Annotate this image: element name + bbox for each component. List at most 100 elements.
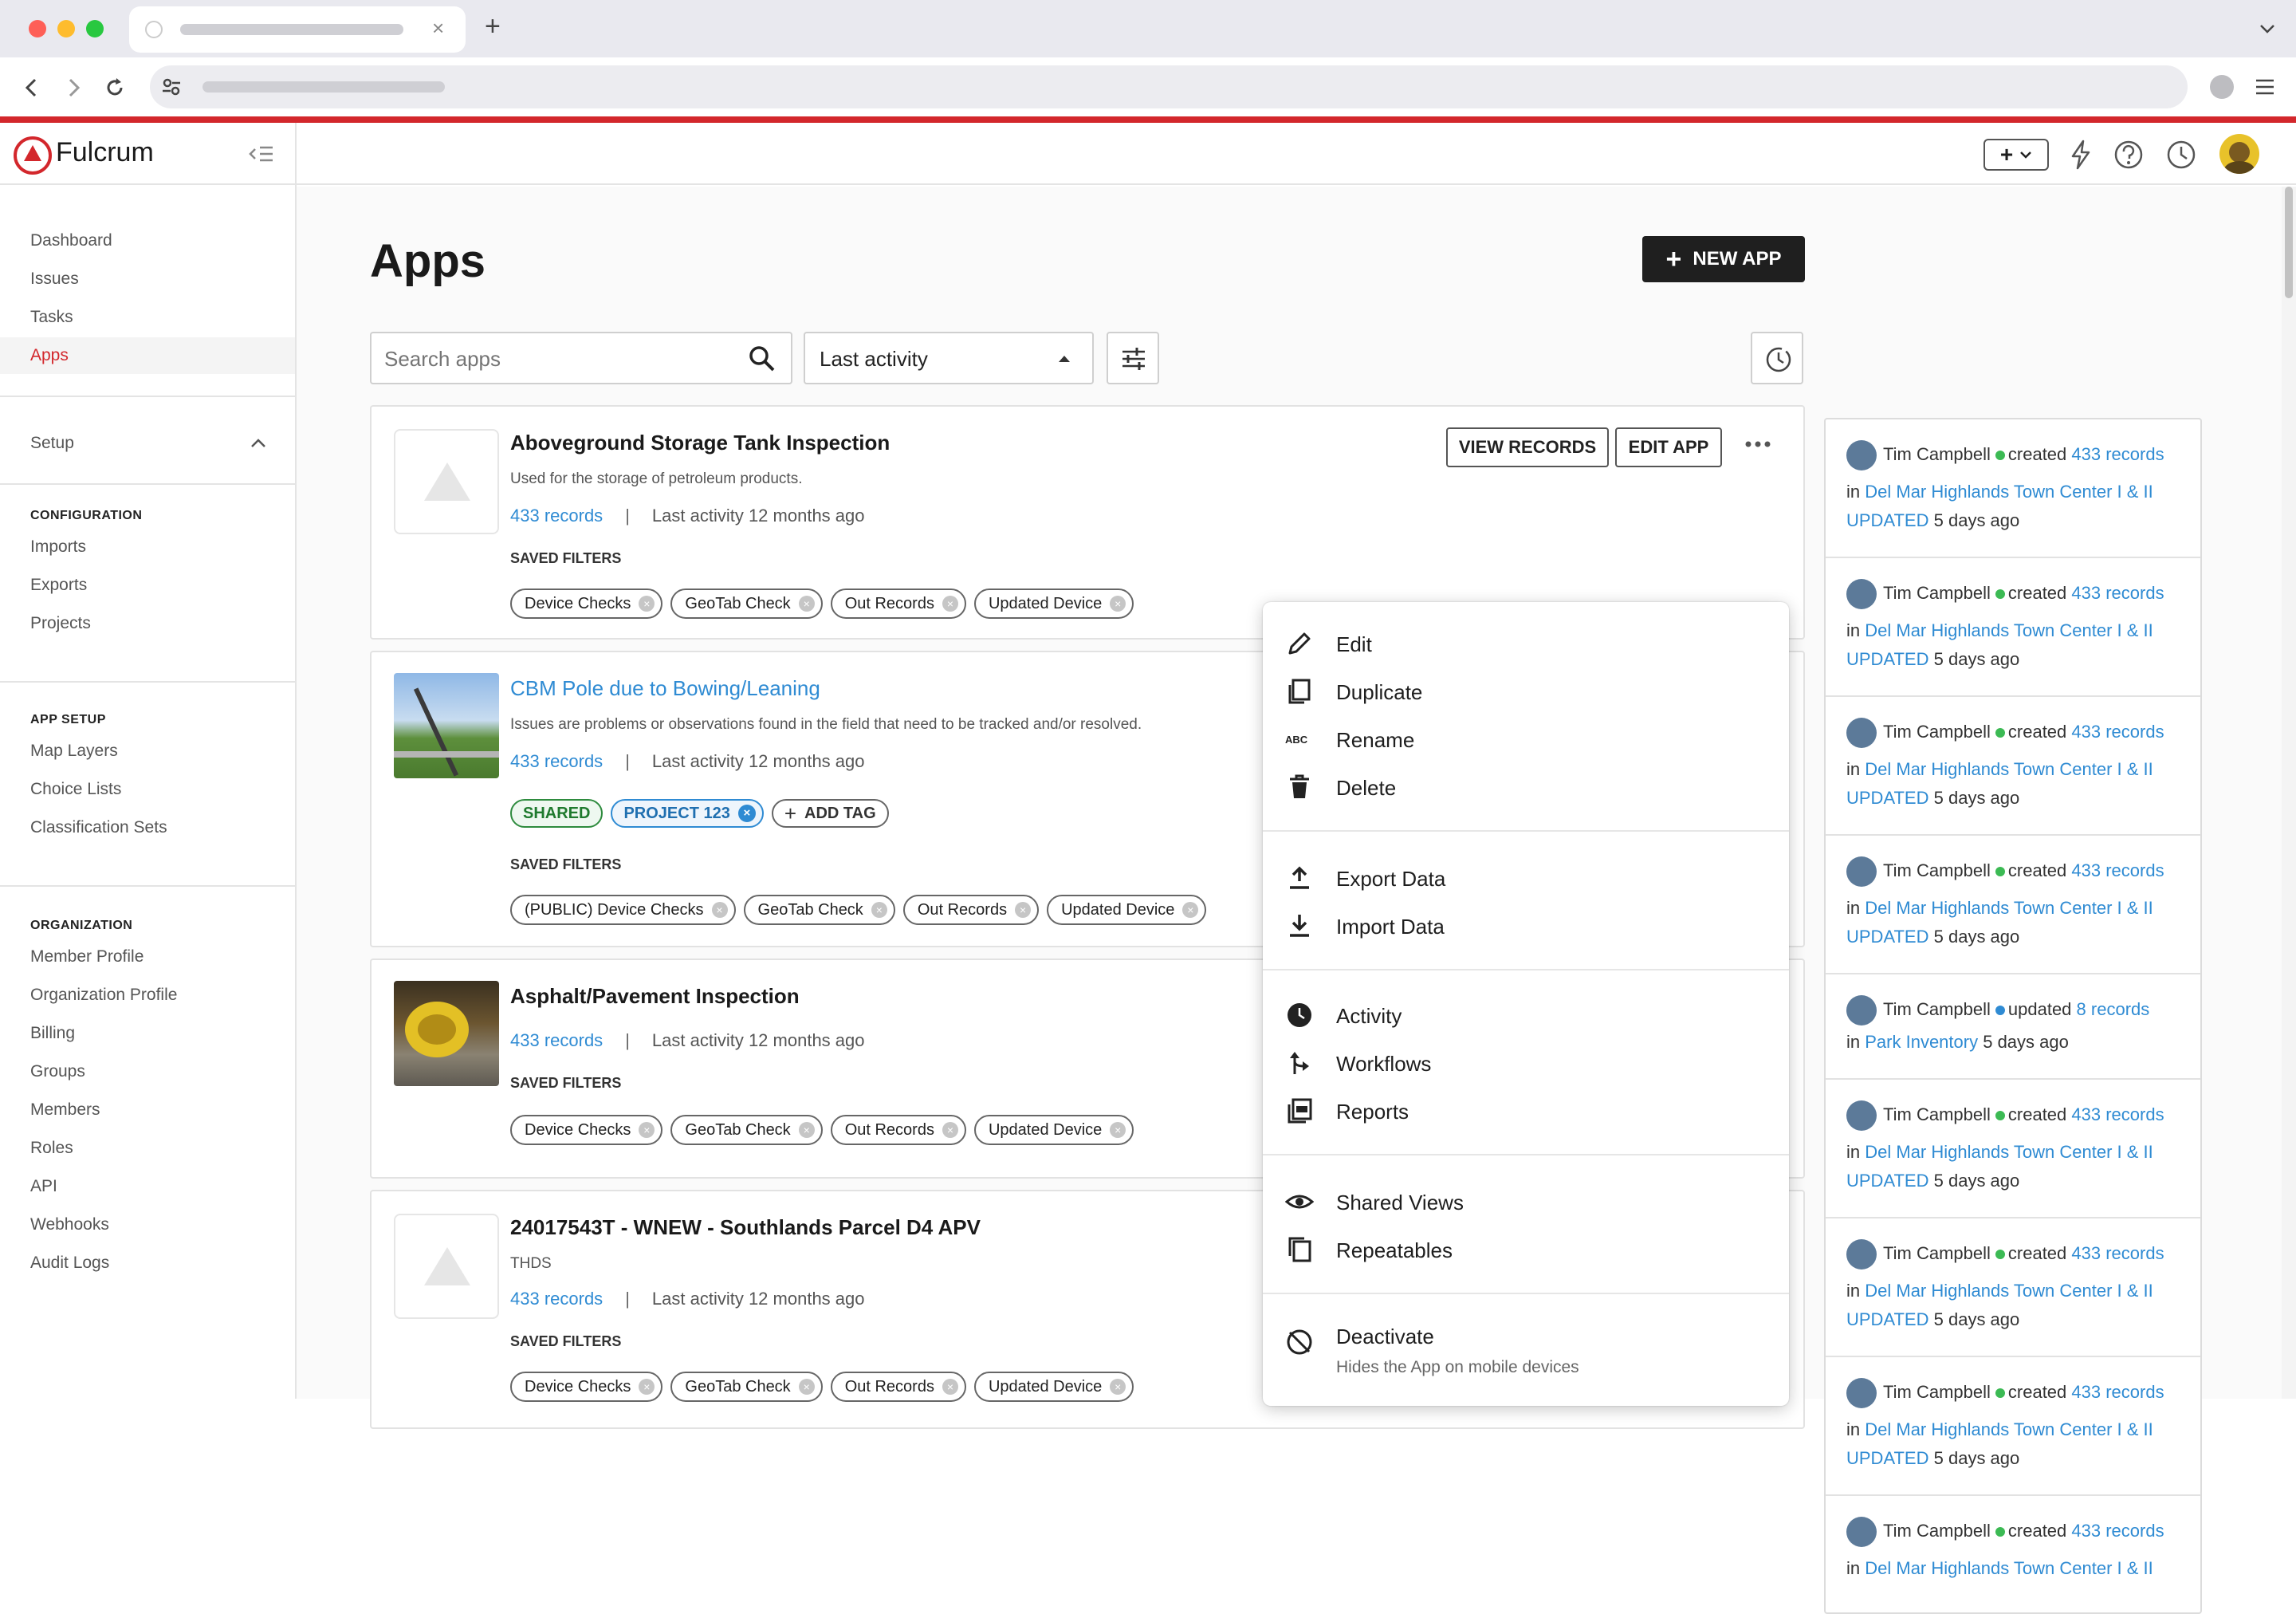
remove-filter-icon[interactable]: × [639, 596, 655, 612]
filter-chip[interactable]: Out Records × [830, 1372, 966, 1402]
sidebar-item-dashboard[interactable]: Dashboard [30, 231, 112, 250]
sidebar-item-api[interactable]: API [30, 1177, 57, 1196]
reload-icon[interactable] [104, 77, 126, 99]
app-title[interactable]: Asphalt/Pavement Inspection [510, 984, 800, 1009]
activity-count-link[interactable]: 433 records [2071, 444, 2164, 464]
search-icon[interactable] [748, 344, 776, 373]
records-link[interactable]: 433 records [510, 1030, 603, 1050]
activity-target-link[interactable]: Del Mar Highlands Town Center I & II [1865, 759, 2153, 779]
activity-user[interactable]: Tim Campbell [1883, 860, 1991, 880]
activity-user[interactable]: Tim Campbell [1883, 1521, 1991, 1541]
activity-user[interactable]: Tim Campbell [1883, 1104, 1991, 1124]
sidebar-item-classification-sets[interactable]: Classification Sets [30, 818, 167, 837]
activity-user[interactable]: Tim Campbell [1883, 583, 1991, 603]
sidebar-item-apps[interactable]: Apps [30, 346, 69, 365]
menu-item-reports[interactable]: Reports [1336, 1100, 1409, 1124]
help-icon[interactable] [2113, 139, 2145, 171]
activity-target-link[interactable]: Del Mar Highlands Town Center I & II [1865, 1558, 2153, 1578]
activity-count-link[interactable]: 433 records [2071, 1104, 2164, 1124]
menu-item-shared-views[interactable]: Shared Views [1336, 1191, 1464, 1215]
remove-filter-icon[interactable]: × [871, 902, 887, 918]
sidebar-item-billing[interactable]: Billing [30, 1024, 75, 1043]
sidebar-item-audit-logs[interactable]: Audit Logs [30, 1254, 109, 1273]
minimize-window-button[interactable] [57, 20, 75, 37]
activity-toggle-button[interactable] [1751, 332, 1803, 384]
remove-filter-icon[interactable]: × [639, 1379, 655, 1395]
back-icon[interactable] [21, 77, 43, 99]
app-title[interactable]: 24017543T - WNEW - Southlands Parcel D4 … [510, 1215, 981, 1240]
project-tag[interactable]: PROJECT 123 × [611, 799, 764, 828]
menu-item-repeatables[interactable]: Repeatables [1336, 1238, 1453, 1263]
sidebar-item-imports[interactable]: Imports [30, 537, 86, 557]
address-bar[interactable] [150, 65, 2188, 108]
activity-target-link[interactable]: Del Mar Highlands Town Center I & II [1865, 1142, 2153, 1162]
menu-item-workflows[interactable]: Workflows [1336, 1052, 1431, 1077]
menu-item-duplicate[interactable]: Duplicate [1336, 680, 1422, 705]
filter-settings-button[interactable] [1107, 332, 1159, 384]
activity-count-link[interactable]: 8 records [2077, 999, 2150, 1019]
remove-filter-icon[interactable]: × [942, 1379, 958, 1395]
menu-item-deactivate[interactable]: Deactivate [1336, 1325, 1434, 1349]
search-box[interactable] [370, 332, 792, 384]
activity-user[interactable]: Tim Campbell [1883, 999, 1991, 1019]
sidebar-item-members[interactable]: Members [30, 1100, 100, 1120]
filter-chip[interactable]: Out Records × [830, 1115, 966, 1145]
records-link[interactable]: 433 records [510, 506, 603, 526]
sidebar-item-exports[interactable]: Exports [30, 576, 87, 595]
remove-filter-icon[interactable]: × [798, 1122, 815, 1138]
menu-item-edit[interactable]: Edit [1336, 632, 1372, 657]
sidebar-item-groups[interactable]: Groups [30, 1062, 85, 1081]
filter-chip[interactable]: Updated Device × [973, 1372, 1134, 1402]
activity-count-link[interactable]: 433 records [2071, 583, 2164, 603]
activity-item[interactable]: Tim Campbell updated 8 records in Park In… [1826, 974, 2200, 1080]
collapse-sidebar-icon[interactable] [247, 144, 274, 164]
new-tab-icon[interactable]: + [485, 11, 501, 42]
sidebar-setup-toggle[interactable]: Setup [30, 434, 74, 453]
remove-filter-icon[interactable]: × [942, 1122, 958, 1138]
fulcrum-logo-icon[interactable] [13, 136, 53, 175]
filter-chip[interactable]: GeoTab Check × [743, 895, 895, 925]
activity-user[interactable]: Tim Campbell [1883, 444, 1991, 464]
activity-item[interactable]: Tim Campbell created 433 records in Del M… [1826, 558, 2200, 697]
activity-user[interactable]: Tim Campbell [1883, 722, 1991, 742]
filter-chip[interactable]: GeoTab Check × [670, 589, 823, 619]
activity-user[interactable]: Tim Campbell [1883, 1243, 1991, 1263]
filter-chip[interactable]: (PUBLIC) Device Checks × [510, 895, 736, 925]
shared-tag[interactable]: SHARED [510, 799, 603, 828]
activity-count-link[interactable]: 433 records [2071, 1521, 2164, 1541]
sidebar-item-map-layers[interactable]: Map Layers [30, 742, 118, 761]
remove-filter-icon[interactable]: × [942, 596, 958, 612]
activity-item[interactable]: Tim Campbell created 433 records in Del M… [1826, 1357, 2200, 1496]
user-avatar[interactable] [2219, 134, 2259, 174]
remove-tag-icon[interactable]: × [737, 805, 756, 822]
browser-tab[interactable]: × [129, 6, 466, 53]
activity-target-link[interactable]: Park Inventory [1865, 1032, 1978, 1052]
activity-user[interactable]: Tim Campbell [1883, 1382, 1991, 1402]
chevron-up-icon[interactable] [249, 434, 268, 453]
activity-target-link[interactable]: Del Mar Highlands Town Center I & II [1865, 482, 2153, 502]
filter-chip[interactable]: Device Checks × [510, 1372, 663, 1402]
remove-filter-icon[interactable]: × [1110, 1122, 1126, 1138]
maximize-window-button[interactable] [86, 20, 104, 37]
activity-count-link[interactable]: 433 records [2071, 722, 2164, 742]
app-title[interactable]: CBM Pole due to Bowing/Leaning [510, 676, 820, 701]
page-scrollbar[interactable] [2282, 187, 2296, 1399]
activity-count-link[interactable]: 433 records [2071, 860, 2164, 880]
remove-filter-icon[interactable]: × [1182, 902, 1199, 918]
close-window-button[interactable] [29, 20, 46, 37]
sidebar-item-tasks[interactable]: Tasks [30, 308, 73, 327]
search-input[interactable] [384, 344, 735, 373]
sidebar-item-choice-lists[interactable]: Choice Lists [30, 780, 121, 799]
remove-filter-icon[interactable]: × [711, 902, 728, 918]
remove-filter-icon[interactable]: × [798, 596, 815, 612]
activity-item[interactable]: Tim Campbell created 433 records in Del M… [1826, 1218, 2200, 1357]
activity-target-link[interactable]: Del Mar Highlands Town Center I & II [1865, 898, 2153, 918]
profile-icon[interactable] [2210, 75, 2234, 99]
more-options-icon[interactable] [1744, 439, 1771, 450]
app-title[interactable]: Aboveground Storage Tank Inspection [510, 431, 890, 455]
menu-item-delete[interactable]: Delete [1336, 776, 1396, 801]
sidebar-item-webhooks[interactable]: Webhooks [30, 1215, 109, 1234]
close-tab-icon[interactable]: × [432, 16, 444, 41]
filter-chip[interactable]: Updated Device × [973, 589, 1134, 619]
remove-filter-icon[interactable]: × [1110, 1379, 1126, 1395]
